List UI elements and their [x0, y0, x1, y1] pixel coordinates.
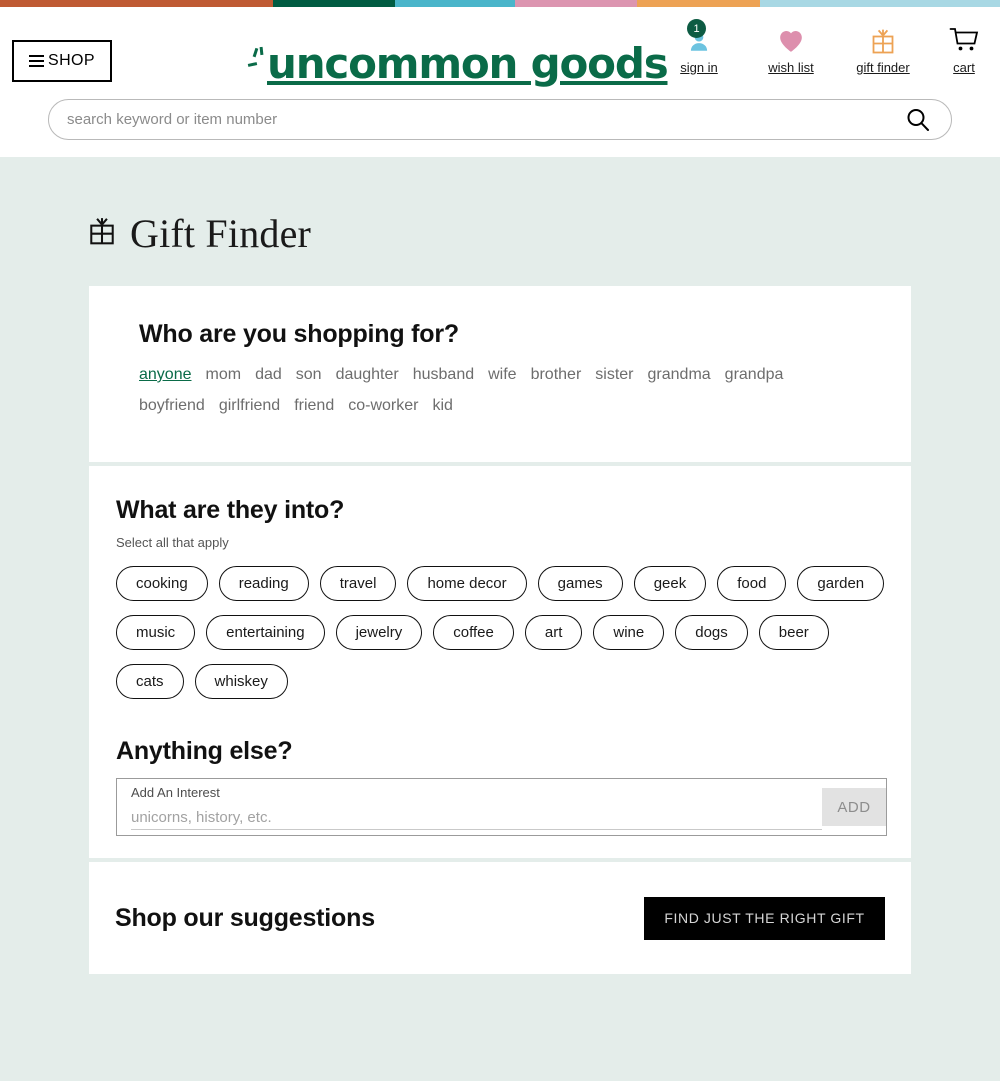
sign-in-action[interactable]: 1 sign in	[666, 19, 732, 75]
interest-pill-games[interactable]: games	[537, 566, 623, 601]
interests-subnote: Select all that apply	[116, 535, 229, 550]
recipient-option-son[interactable]: son	[296, 366, 322, 384]
recipient-option-wife[interactable]: wife	[488, 366, 516, 384]
cart-action[interactable]: cart	[942, 25, 986, 75]
page-title: Gift Finder	[88, 210, 1000, 257]
site-logo[interactable]: uncommon goods	[247, 37, 669, 88]
recipient-option-grandma[interactable]: grandma	[648, 366, 711, 384]
interest-pill-wine[interactable]: wine	[593, 615, 665, 650]
who-section-card: Who are you shopping for? anyone mom dad so…	[89, 286, 911, 462]
recipient-option-grandpa[interactable]: grandpa	[725, 366, 784, 384]
interest-pill-cooking[interactable]: cooking	[116, 566, 208, 601]
interest-pills: cooking reading travel home decor games geek f…	[116, 566, 886, 699]
field-underline	[131, 829, 822, 830]
add-interest-button[interactable]: ADD	[822, 788, 886, 826]
recipient-option-husband[interactable]: husband	[413, 366, 474, 384]
recipient-option-kid[interactable]: kid	[432, 397, 452, 415]
color-bar-segment-orange	[637, 0, 760, 7]
site-header: SHOP uncommon goods 1 sign in wish list …	[0, 7, 1000, 157]
sign-in-badge: 1	[687, 19, 706, 38]
recipient-option-girlfriend[interactable]: girlfriend	[219, 397, 280, 415]
color-bar-segment-light-blue	[760, 0, 1000, 7]
top-color-bar	[0, 0, 1000, 7]
recipient-option-sister[interactable]: sister	[595, 366, 633, 384]
color-bar-segment-rust	[0, 0, 273, 7]
sign-in-label: sign in	[680, 60, 718, 75]
interest-pill-music[interactable]: music	[116, 615, 196, 650]
header-actions: 1 sign in wish list gift finder cart	[666, 19, 986, 75]
cart-icon	[949, 25, 979, 57]
shop-menu-label: SHOP	[48, 52, 95, 69]
interests-section-card: What are they into? Select all that appl…	[89, 466, 911, 858]
recipient-option-dad[interactable]: dad	[255, 366, 282, 384]
recipient-option-mom[interactable]: mom	[206, 366, 242, 384]
interest-pill-dogs[interactable]: dogs	[675, 615, 748, 650]
hamburger-icon	[29, 55, 45, 67]
recipient-option-daughter[interactable]: daughter	[336, 366, 399, 384]
interest-pill-food[interactable]: food	[717, 566, 787, 601]
add-interest-label: Add An Interest	[131, 785, 220, 800]
logo-wordmark: uncommon goods	[267, 39, 669, 88]
add-interest-input[interactable]	[131, 805, 791, 829]
logo-mark-icon	[247, 46, 266, 85]
anything-else-heading: Anything else?	[116, 737, 293, 765]
interest-pill-home-decor[interactable]: home decor	[407, 566, 527, 601]
add-interest-box: Add An Interest ADD	[116, 778, 887, 836]
interest-pill-jewelry[interactable]: jewelry	[335, 615, 423, 650]
interest-pill-geek[interactable]: geek	[633, 566, 707, 601]
page-body: Gift Finder Who are you shopping for? an…	[0, 157, 1000, 974]
cart-label: cart	[953, 60, 975, 75]
gift-icon	[88, 216, 116, 251]
interest-pill-travel[interactable]: travel	[319, 566, 397, 601]
page-title-text: Gift Finder	[130, 211, 312, 256]
add-interest-field: Add An Interest	[117, 779, 822, 835]
recipient-option-anyone[interactable]: anyone	[139, 366, 192, 384]
heart-icon	[778, 25, 804, 57]
recipient-option-boyfriend[interactable]: boyfriend	[139, 397, 205, 415]
color-bar-segment-pink	[515, 0, 637, 7]
search-bar[interactable]	[48, 99, 952, 140]
person-icon: 1	[686, 19, 712, 57]
search-icon[interactable]	[905, 107, 951, 133]
recipient-options: anyone mom dad son daughter husband wife brothe…	[139, 366, 839, 428]
shop-suggestions-card: Shop our suggestions FIND JUST THE RIGHT…	[89, 862, 911, 974]
gift-icon	[870, 25, 896, 57]
shop-menu-button[interactable]: SHOP	[12, 40, 112, 82]
interest-pill-garden[interactable]: garden	[797, 566, 885, 601]
gift-finder-label: gift finder	[856, 60, 910, 75]
find-gift-button[interactable]: FIND JUST THE RIGHT GIFT	[644, 896, 885, 940]
color-bar-segment-dark-green	[273, 0, 395, 7]
color-bar-segment-teal	[395, 0, 515, 7]
interests-heading: What are they into?	[116, 496, 345, 524]
recipient-option-friend[interactable]: friend	[294, 397, 334, 415]
who-heading: Who are you shopping for?	[139, 320, 459, 348]
interest-pill-beer[interactable]: beer	[758, 615, 829, 650]
wish-list-action[interactable]: wish list	[758, 25, 824, 75]
interest-pill-entertaining[interactable]: entertaining	[206, 615, 325, 650]
search-input[interactable]	[49, 111, 905, 128]
wish-list-label: wish list	[768, 60, 814, 75]
interest-pill-reading[interactable]: reading	[218, 566, 309, 601]
shop-suggestions-heading: Shop our suggestions	[115, 903, 375, 932]
interest-pill-art[interactable]: art	[524, 615, 583, 650]
recipient-option-brother[interactable]: brother	[531, 366, 582, 384]
recipient-option-co-worker[interactable]: co-worker	[348, 397, 418, 415]
interest-pill-cats[interactable]: cats	[116, 664, 184, 699]
interest-pill-whiskey[interactable]: whiskey	[194, 664, 288, 699]
gift-finder-action[interactable]: gift finder	[850, 25, 916, 75]
interest-pill-coffee[interactable]: coffee	[433, 615, 514, 650]
